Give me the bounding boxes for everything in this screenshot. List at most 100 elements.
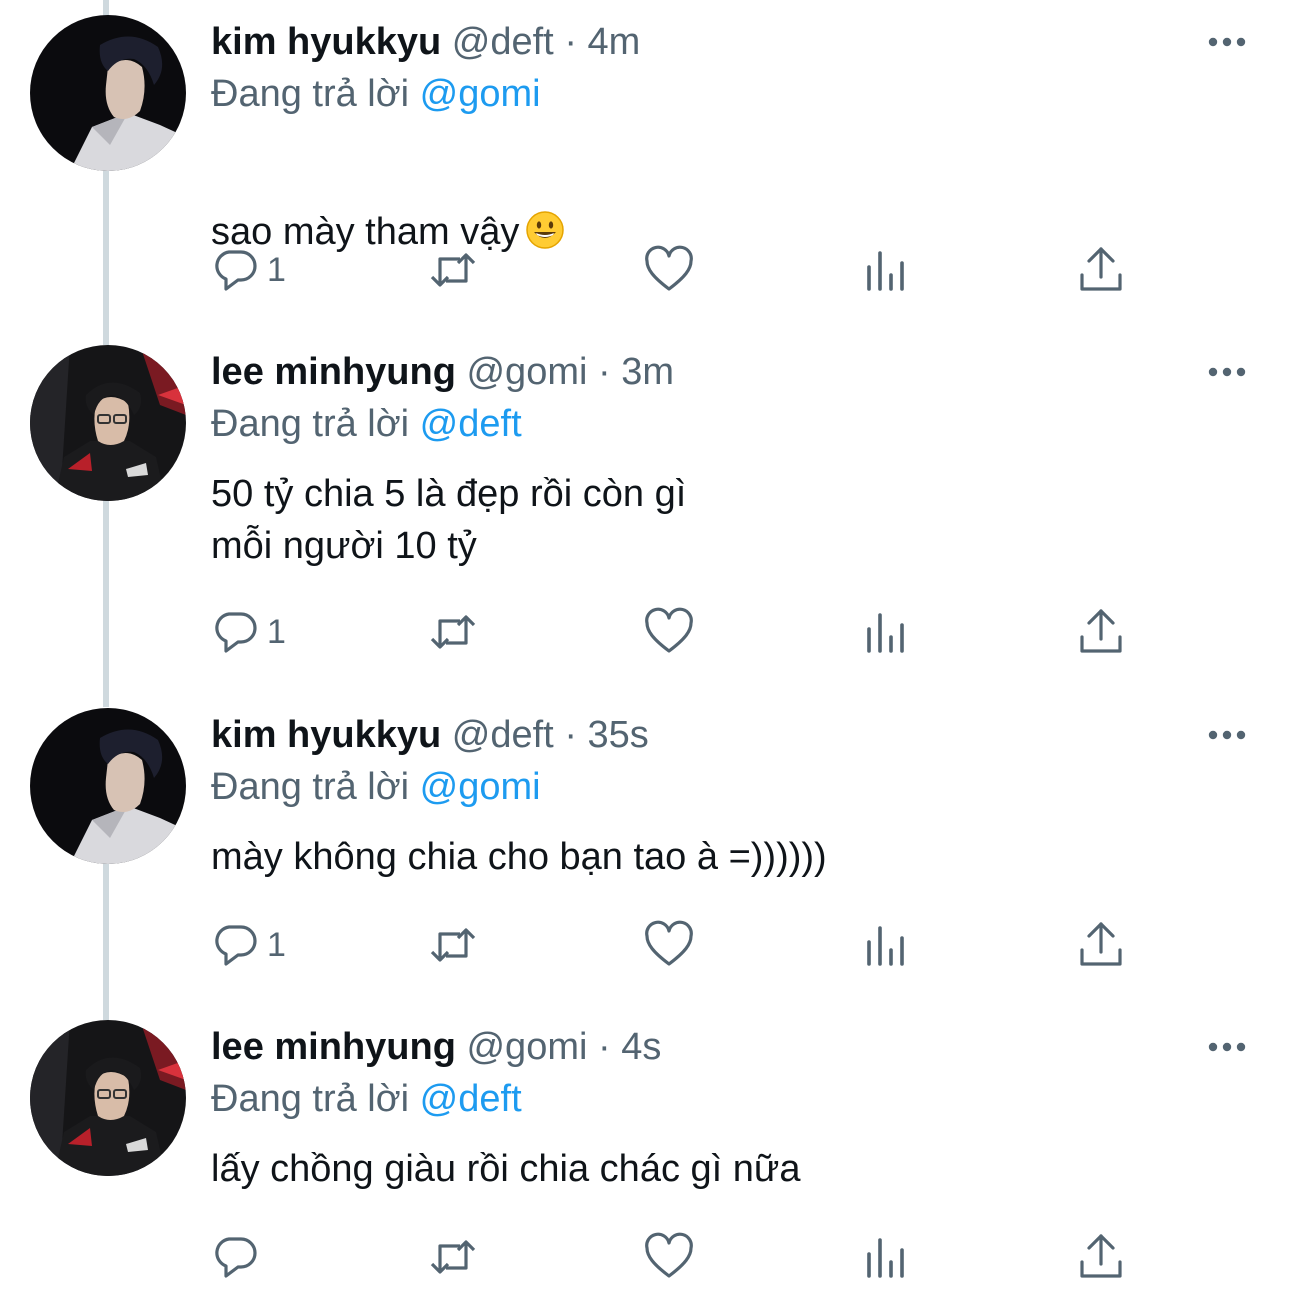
reply-count: 1 <box>267 250 286 289</box>
tweet-actions: 1 <box>0 915 1290 975</box>
views-button[interactable] <box>861 240 911 300</box>
more-options-button[interactable] <box>1207 721 1247 749</box>
reply-icon <box>215 925 257 966</box>
like-button[interactable] <box>644 240 694 300</box>
avatar-image <box>30 345 186 501</box>
tweet[interactable]: kim hyukkyu @deft · 4m Đang trả lời @gom… <box>0 0 1290 320</box>
share-icon <box>1080 922 1122 966</box>
retweet-icon <box>430 928 476 962</box>
user-handle[interactable]: @gomi <box>466 1026 587 1068</box>
more-options-button[interactable] <box>1207 358 1247 386</box>
tweet-time[interactable]: 4s <box>621 1026 661 1068</box>
views-button[interactable] <box>861 602 911 662</box>
retweet-icon <box>430 615 476 649</box>
more-options-button[interactable] <box>1207 1033 1247 1061</box>
tweet-text: 50 tỷ chia 5 là đẹp rồi còn gì mỗi người… <box>211 473 687 567</box>
avatar[interactable] <box>30 15 186 171</box>
more-options-button[interactable] <box>1207 28 1247 56</box>
heart-icon <box>645 1232 693 1278</box>
share-button[interactable] <box>1076 602 1126 662</box>
user-handle[interactable]: @gomi <box>466 351 587 393</box>
reply-button[interactable]: 1 <box>211 240 286 300</box>
replying-to-label: Đang trả lời <box>211 1078 410 1120</box>
retweet-icon <box>430 1240 476 1274</box>
tweet-text: mày không chia cho bạn tao à =)))))) <box>211 836 827 878</box>
avatar[interactable] <box>30 1020 186 1176</box>
separator-dot: · <box>598 351 611 393</box>
tweet-actions <box>0 1227 1290 1287</box>
tweet-time[interactable]: 35s <box>588 714 649 756</box>
views-button[interactable] <box>861 915 911 975</box>
avatar[interactable] <box>30 345 186 501</box>
user-handle[interactable]: @deft <box>452 21 554 63</box>
tweet[interactable]: lee minhyung @gomi · 4s Đang trả lời @de… <box>0 1005 1290 1303</box>
tweet-header: kim hyukkyu @deft · 35s <box>211 711 649 759</box>
analytics-icon <box>867 251 904 291</box>
heart-icon <box>645 607 693 653</box>
tweet-actions: 1 <box>0 602 1290 662</box>
more-options-icon <box>1208 37 1246 47</box>
like-button[interactable] <box>644 1227 694 1287</box>
replying-to-label: Đang trả lời <box>211 403 410 445</box>
separator-dot: · <box>564 21 577 63</box>
tweet[interactable]: kim hyukkyu @deft · 35s Đang trả lời @go… <box>0 693 1290 1003</box>
more-options-icon <box>1208 1042 1246 1052</box>
views-button[interactable] <box>861 1227 911 1287</box>
display-name[interactable]: lee minhyung <box>211 1026 456 1068</box>
retweet-button[interactable] <box>428 1227 478 1287</box>
share-icon <box>1080 247 1122 291</box>
replying-to: Đang trả lời @deft <box>211 1075 522 1123</box>
reply-mention-link[interactable]: @gomi <box>420 766 541 808</box>
retweet-button[interactable] <box>428 240 478 300</box>
analytics-icon <box>867 613 904 653</box>
reply-icon <box>215 612 257 653</box>
reply-button[interactable]: 1 <box>211 915 286 975</box>
reply-button[interactable]: 1 <box>211 602 286 662</box>
share-icon <box>1080 609 1122 653</box>
reply-thread: kim hyukkyu @deft · 4m Đang trả lời @gom… <box>0 0 1290 1303</box>
share-button[interactable] <box>1076 915 1126 975</box>
avatar-image <box>30 15 186 171</box>
replying-to-label: Đang trả lời <box>211 73 410 115</box>
tweet-header: lee minhyung @gomi · 4s <box>211 1023 661 1071</box>
tweet[interactable]: lee minhyung @gomi · 3m Đang trả lời @de… <box>0 330 1290 690</box>
display-name[interactable]: lee minhyung <box>211 351 456 393</box>
replying-to-label: Đang trả lời <box>211 766 410 808</box>
reply-icon <box>215 250 257 291</box>
reply-mention-link[interactable]: @deft <box>420 403 522 445</box>
user-handle[interactable]: @deft <box>452 714 554 756</box>
tweet-header: kim hyukkyu @deft · 4m <box>211 18 640 66</box>
reply-count: 1 <box>267 925 286 964</box>
retweet-button[interactable] <box>428 915 478 975</box>
tweet-header: lee minhyung @gomi · 3m <box>211 348 674 396</box>
reply-mention-link[interactable]: @gomi <box>420 73 541 115</box>
reply-mention-link[interactable]: @deft <box>420 1078 522 1120</box>
reply-button[interactable] <box>211 1227 267 1287</box>
reply-icon <box>215 1237 257 1278</box>
avatar-image <box>30 708 186 864</box>
separator-dot: · <box>598 1026 611 1068</box>
share-icon <box>1080 1234 1122 1278</box>
tweet-actions: 1 <box>0 240 1290 300</box>
like-button[interactable] <box>644 602 694 662</box>
like-button[interactable] <box>644 915 694 975</box>
share-button[interactable] <box>1076 240 1126 300</box>
replying-to: Đang trả lời @deft <box>211 400 522 448</box>
tweet-time[interactable]: 4m <box>588 21 641 63</box>
display-name[interactable]: kim hyukkyu <box>211 714 441 756</box>
share-button[interactable] <box>1076 1227 1126 1287</box>
replying-to: Đang trả lời @gomi <box>211 763 541 811</box>
avatar-image <box>30 1020 186 1176</box>
tweet-text: lấy chồng giàu rồi chia chác gì nữa <box>211 1148 801 1190</box>
tweet-time[interactable]: 3m <box>621 351 674 393</box>
more-options-icon <box>1208 367 1246 377</box>
heart-icon <box>645 920 693 966</box>
more-options-icon <box>1208 730 1246 740</box>
replying-to: Đang trả lời @gomi <box>211 70 541 118</box>
display-name[interactable]: kim hyukkyu <box>211 21 441 63</box>
avatar[interactable] <box>30 708 186 864</box>
retweet-icon <box>430 253 476 287</box>
heart-icon <box>645 245 693 291</box>
retweet-button[interactable] <box>428 602 478 662</box>
analytics-icon <box>867 926 904 966</box>
